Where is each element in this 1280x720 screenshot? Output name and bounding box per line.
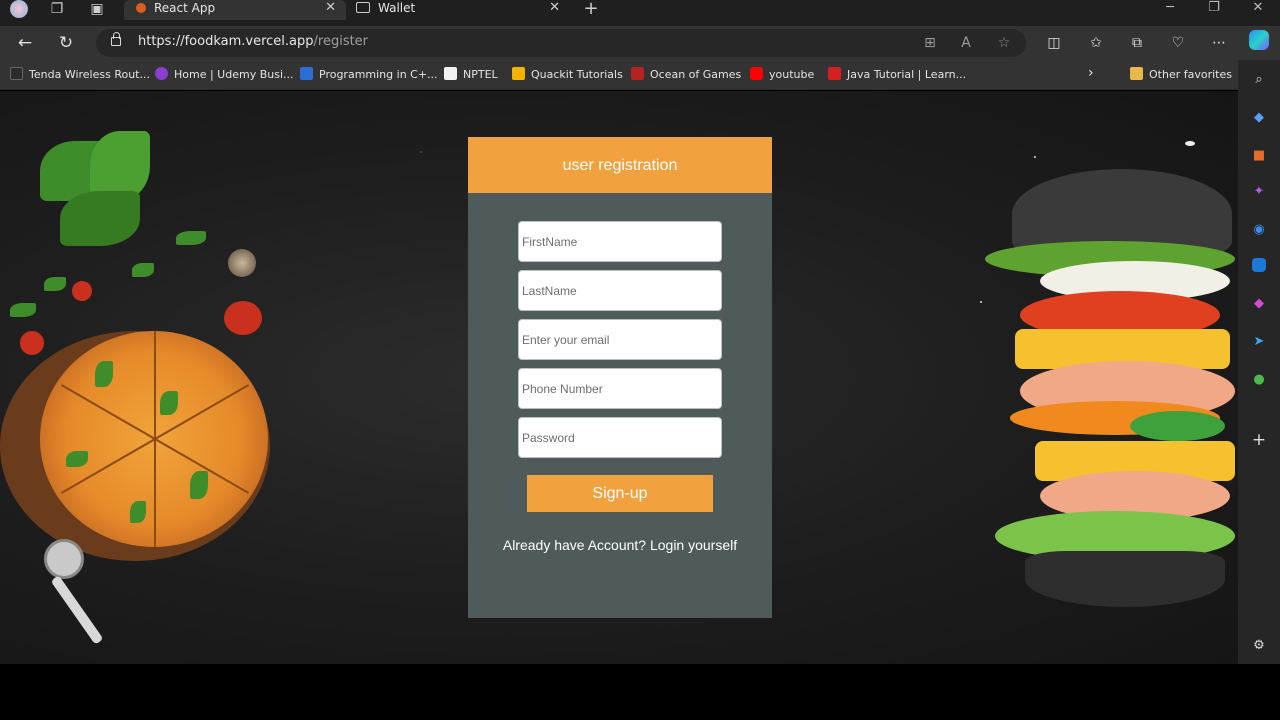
basil-leaf-image	[160, 391, 178, 415]
favorite-item[interactable]: Ocean of Games	[631, 67, 741, 85]
close-window-icon[interactable]: ✕	[1238, 0, 1278, 20]
burger-bottom-bun-image	[1025, 551, 1225, 607]
tag-icon[interactable]: ◆	[1249, 108, 1269, 128]
tomato-image	[72, 281, 92, 301]
profile-avatar[interactable]	[8, 0, 30, 20]
browser-window: ❐ ▣ React App ✕ Wallet ✕ + ─ ❐ ✕ ← ↻ htt…	[0, 0, 1280, 720]
bookmark-icon	[300, 67, 313, 80]
tomato-image	[20, 331, 44, 355]
phone-input[interactable]	[518, 368, 722, 409]
basil-leaf-image	[95, 361, 113, 387]
bookmark-icon	[631, 67, 644, 80]
favorite-star-icon[interactable]: ☆	[994, 33, 1014, 53]
minimize-icon[interactable]: ─	[1150, 0, 1190, 20]
basil-leaf-image	[66, 451, 88, 467]
background-speck	[1185, 141, 1195, 146]
react-app-favicon	[136, 3, 146, 13]
split-screen-icon[interactable]: ◫	[1042, 32, 1066, 54]
more-menu-icon[interactable]: ⋯	[1207, 32, 1231, 54]
firstname-input[interactable]	[518, 221, 722, 262]
basil-leaf-image	[10, 303, 36, 317]
tab-label: React App	[154, 1, 216, 15]
navigation-bar: ← ↻ https://foodkam.vercel.app/register …	[0, 26, 1280, 60]
basil-leaf-image	[44, 277, 66, 291]
favorite-item[interactable]: Programming in C+...	[300, 67, 438, 85]
tab-react-app[interactable]: React App ✕	[124, 0, 346, 20]
new-tab-icon[interactable]: +	[580, 0, 602, 20]
email-input[interactable]	[518, 319, 722, 360]
close-tab-icon[interactable]: ✕	[325, 0, 336, 16]
collections-icon[interactable]: ⧉	[1125, 32, 1149, 54]
lock-icon	[111, 32, 121, 46]
youtube-icon	[750, 67, 763, 80]
favorite-item[interactable]: youtube	[750, 67, 814, 85]
udemy-icon	[155, 67, 168, 80]
favorite-item[interactable]: Java Tutorial | Learn...	[828, 67, 966, 85]
tab-actions-icon[interactable]: ▣	[86, 0, 108, 20]
basil-leaf-image	[132, 263, 154, 277]
bookmark-icon	[10, 67, 23, 80]
pizza-cutter-image	[44, 539, 84, 579]
basil-leaf-image	[130, 501, 146, 523]
shopping-icon[interactable]: ■	[1249, 146, 1269, 166]
favorite-item[interactable]: Home | Udemy Busi...	[155, 67, 294, 85]
send-icon[interactable]: ➤	[1249, 332, 1269, 352]
games-icon[interactable]: ◉	[1249, 220, 1269, 240]
browser-essentials-icon[interactable]: ♡	[1166, 32, 1190, 54]
tab-label: Wallet	[378, 1, 416, 15]
tools-icon[interactable]: ✦	[1249, 182, 1269, 202]
favorites-bar: Tenda Wireless Rout... Home | Udemy Busi…	[0, 60, 1280, 90]
tree-icon[interactable]: ●	[1249, 370, 1269, 390]
pizza-cutter-handle-image	[50, 575, 104, 645]
wallet-icon	[356, 2, 370, 13]
add-icon[interactable]: +	[1249, 430, 1269, 450]
workspaces-icon[interactable]: ❐	[46, 0, 68, 20]
address-bar[interactable]: https://foodkam.vercel.app/register ⊞ A …	[96, 29, 1026, 57]
bookmark-icon	[828, 67, 841, 80]
background-speck	[420, 151, 422, 153]
back-icon[interactable]: ←	[13, 32, 37, 54]
screen-bottom-area	[0, 664, 1280, 720]
form-title: user registration	[468, 137, 772, 193]
restore-icon[interactable]: ❐	[1194, 0, 1234, 20]
outlook-icon[interactable]	[1252, 258, 1266, 272]
tomato-image	[224, 301, 262, 335]
spice-pile-image	[228, 249, 256, 277]
url-text: https://foodkam.vercel.app/register	[138, 34, 369, 49]
background-speck	[980, 301, 982, 303]
settings-gear-icon[interactable]: ⚙	[1249, 636, 1269, 656]
favorites-overflow-chevron-icon[interactable]: ›	[1088, 65, 1094, 83]
favorites-icon[interactable]: ✩	[1084, 32, 1108, 54]
favorite-item[interactable]: Tenda Wireless Rout...	[10, 67, 150, 85]
refresh-icon[interactable]: ↻	[54, 32, 78, 54]
registration-card: user registration Sign-up Already have A…	[468, 137, 772, 618]
background-speck	[1034, 156, 1036, 158]
other-favorites-folder[interactable]: Other favorites	[1130, 67, 1232, 85]
read-aloud-icon[interactable]: A	[956, 33, 976, 53]
basil-leaf-image	[176, 231, 206, 245]
basil-leaves-image	[60, 191, 140, 246]
basil-leaf-image	[190, 471, 208, 499]
tab-wallet[interactable]: Wallet ✕	[348, 0, 570, 20]
search-icon[interactable]: ⌕	[1249, 70, 1269, 90]
designer-icon[interactable]: ◆	[1249, 294, 1269, 314]
app-available-icon[interactable]: ⊞	[920, 33, 940, 53]
lastname-input[interactable]	[518, 270, 722, 311]
quackit-icon	[512, 67, 525, 80]
green-pepper-image	[1130, 411, 1225, 441]
page-background: user registration Sign-up Already have A…	[0, 91, 1238, 664]
signup-button[interactable]: Sign-up	[527, 475, 713, 512]
edge-sidebar: ⌕ ◆ ■ ✦ ◉ ◆ ➤ ● + ⚙	[1238, 60, 1280, 664]
folder-icon	[1130, 67, 1143, 80]
close-tab-icon[interactable]: ✕	[549, 0, 560, 16]
copilot-icon[interactable]	[1247, 30, 1271, 52]
login-link[interactable]: Already have Account? Login yourself	[468, 537, 772, 553]
tab-bar: ❐ ▣ React App ✕ Wallet ✕ + ─ ❐ ✕	[0, 0, 1280, 26]
password-input[interactable]	[518, 417, 722, 458]
favorite-item[interactable]: NPTEL	[444, 67, 498, 85]
nptel-icon	[444, 67, 457, 80]
favorite-item[interactable]: Quackit Tutorials	[512, 67, 623, 85]
